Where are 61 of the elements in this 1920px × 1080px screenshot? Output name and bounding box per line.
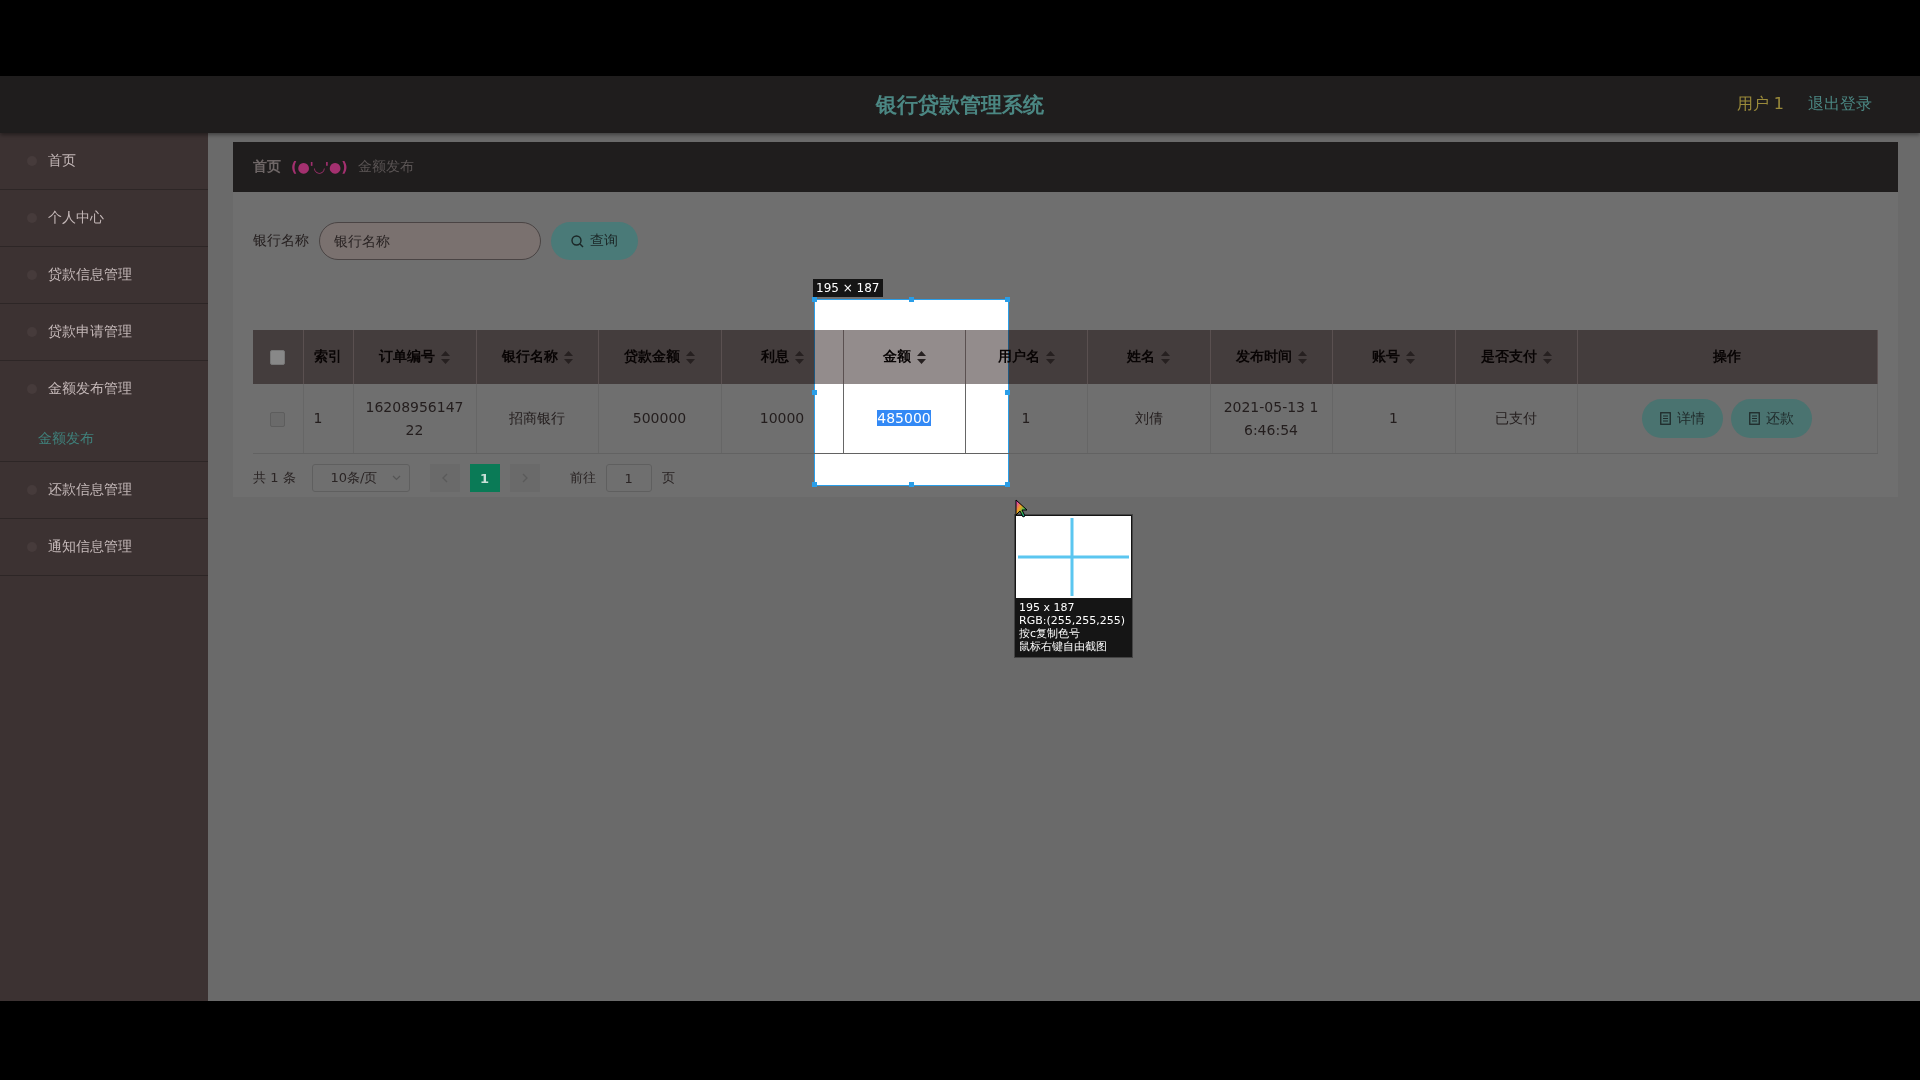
column-header[interactable]: 索引 (314, 348, 342, 366)
breadcrumb-link[interactable]: 首页 (253, 158, 281, 176)
table-cell: 1 (1389, 410, 1398, 426)
goto-label: 前往 (569, 469, 596, 487)
document-icon (1660, 412, 1671, 425)
table-cell: 招商银行 (509, 410, 565, 426)
select-all-checkbox[interactable] (270, 350, 286, 366)
table-cell: 已支付 (1495, 410, 1537, 426)
user-name: 用户 1 (1736, 94, 1784, 115)
app-title: 银行贷款管理系统 (876, 92, 1044, 117)
column-header[interactable]: 操作 (1713, 348, 1741, 366)
document-icon (1749, 412, 1760, 425)
column-header[interactable]: 订单编号 (379, 348, 435, 366)
menu-item[interactable]: 贷款申请管理 (0, 304, 208, 361)
column-header[interactable]: 利息 (760, 348, 789, 366)
column-header[interactable]: 贷款金额 (624, 348, 680, 366)
page-suffix: 页 (661, 469, 675, 487)
breadcrumb-current: 金额发布 (357, 158, 414, 176)
page-button[interactable]: 1 (469, 464, 500, 492)
submenu-item[interactable]: 金额发布 (0, 417, 208, 461)
search-button[interactable]: 查询 (551, 222, 638, 260)
search-field[interactable]: 银行名称 (319, 222, 541, 260)
column-header[interactable]: 金额 (882, 348, 911, 366)
breadcrumb-separator: (●'◡'●) (291, 159, 348, 175)
table-cell: 500000 (632, 410, 687, 426)
goto-page-field[interactable]: 1 (605, 464, 652, 492)
table-cell: 1620895614722 (365, 398, 464, 438)
crosshair-icon (1016, 516, 1131, 598)
selection-size-label: 195 × 187 (813, 279, 883, 297)
column-header[interactable]: 姓名 (1127, 348, 1155, 366)
search-icon (571, 234, 584, 248)
column-header[interactable]: 是否支付 (1480, 348, 1537, 366)
magnifier-info-text: 按c复制色号 (1019, 627, 1082, 640)
menu-item[interactable]: 还款信息管理 (0, 462, 208, 519)
cursor-icon (1015, 499, 1029, 519)
search-label: 银行名称 (253, 232, 309, 250)
table-cell: 刘倩 (1134, 410, 1163, 426)
menu-item[interactable]: 贷款信息管理 (0, 247, 208, 304)
column-header[interactable]: 账号 (1372, 348, 1400, 366)
total-count: 共 1 条 (253, 469, 296, 487)
table-cell: 10000 (759, 410, 805, 426)
table-cell: 1 (313, 410, 323, 426)
repay-button[interactable]: 还款 (1731, 399, 1812, 438)
page-size-select[interactable]: 10条/页 (311, 464, 410, 492)
menu-item[interactable]: 金额发布管理 (0, 361, 208, 417)
table-cell: 1 (1021, 410, 1031, 426)
chevron-down-icon (391, 475, 401, 481)
logout-link[interactable]: 退出登录 (1808, 94, 1872, 115)
magnifier-info-text: 鼠标右键自由截图 (1019, 640, 1108, 653)
column-header[interactable]: 银行名称 (501, 348, 558, 366)
details-button[interactable]: 详情 (1642, 399, 1723, 438)
sort-icon[interactable] (916, 350, 926, 364)
magnifier-info-text: 195 x 187 (1019, 601, 1076, 614)
table-cell: 485000 (877, 410, 931, 426)
magnifier-info-text: RGB:(255,255,255) (1019, 614, 1126, 627)
capture-selection-frame[interactable] (814, 299, 1009, 486)
menu-item[interactable]: 个人中心 (0, 190, 208, 247)
table-cell: 2021-05-13 16:46:54 (1223, 398, 1319, 438)
column-header[interactable]: 发布时间 (1235, 348, 1292, 366)
menu-item[interactable]: 通知信息管理 (0, 519, 208, 576)
menu-item[interactable]: 首页 (0, 133, 208, 190)
